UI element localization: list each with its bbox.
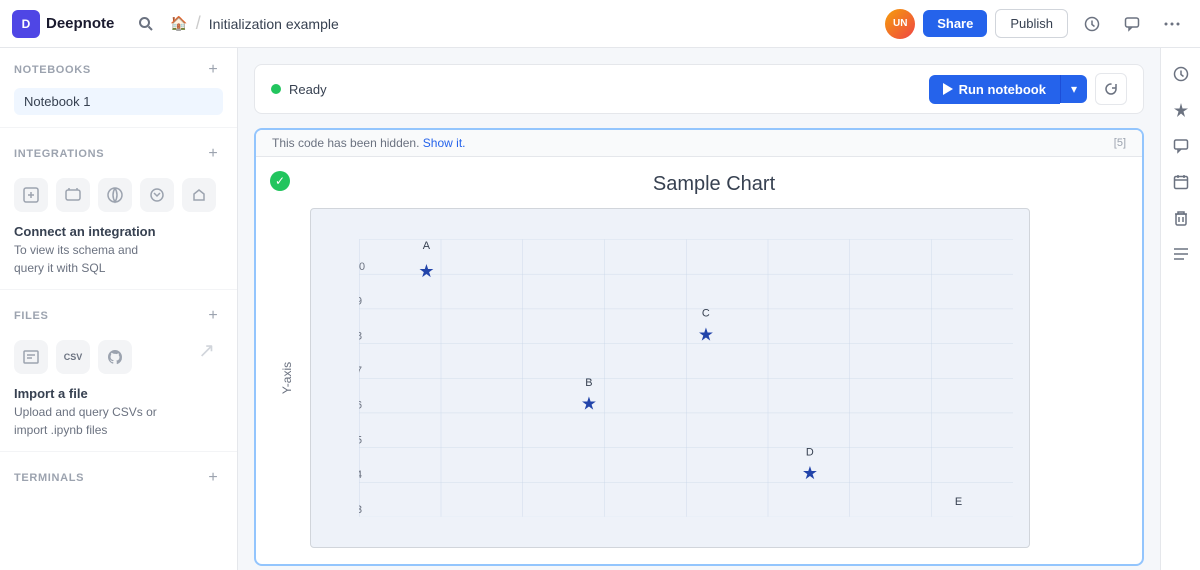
svg-text:D: D — [806, 446, 814, 458]
svg-text:7: 7 — [359, 365, 362, 377]
avatar[interactable]: UN — [885, 9, 915, 39]
file-icons: CSV ↗ — [14, 334, 223, 380]
terminals-section: TERMINALS + — [0, 456, 237, 504]
history-button[interactable] — [1076, 8, 1108, 40]
main-layout: NOTEBOOKS + Notebook 1 INTEGRATIONS + — [0, 48, 1200, 570]
search-button[interactable] — [130, 8, 162, 40]
notebook-area: Ready Run notebook ▾ This code has been … — [238, 48, 1160, 570]
connect-subtext: To view its schema andquery it with SQL — [14, 241, 223, 277]
logo-icon: D — [12, 10, 40, 38]
cell: This code has been hidden. Show it. [5] … — [254, 128, 1144, 566]
status-text: Ready — [289, 82, 327, 97]
calendar-icon[interactable] — [1167, 168, 1195, 196]
svg-text:4: 4 — [359, 469, 362, 481]
chart-title: Sample Chart — [310, 173, 1118, 196]
show-it-link[interactable]: Show it. — [423, 136, 466, 150]
integration-icon-5[interactable] — [182, 178, 216, 212]
integrations-header: INTEGRATIONS + — [14, 144, 223, 164]
magic-icon[interactable] — [1167, 96, 1195, 124]
svg-text:★: ★ — [698, 324, 714, 344]
hidden-message: This code has been hidden. — [272, 136, 419, 150]
check-circle: ✓ — [270, 171, 290, 191]
run-label: Run notebook — [959, 82, 1046, 97]
notebooks-section: NOTEBOOKS + Notebook 1 — [0, 48, 237, 123]
breadcrumb-sep: / — [196, 13, 201, 34]
svg-text:8: 8 — [359, 330, 362, 342]
file-icon-github[interactable] — [98, 340, 132, 374]
integration-icon-2[interactable] — [56, 178, 90, 212]
svg-text:C: C — [702, 308, 710, 320]
notebooks-label: NOTEBOOKS — [14, 64, 91, 76]
more-button[interactable] — [1156, 8, 1188, 40]
svg-text:A: A — [423, 240, 431, 252]
run-btn-group: Run notebook ▾ — [929, 73, 1127, 105]
cell-hidden-bar: This code has been hidden. Show it. [5] — [256, 130, 1142, 157]
add-integration-button[interactable]: + — [203, 144, 223, 164]
notebook-item[interactable]: Notebook 1 — [14, 88, 223, 115]
cell-body: ✓ Sample Chart Y-axis — [256, 157, 1142, 564]
file-curve-decoration: ↗ — [198, 338, 215, 363]
connect-text: Connect an integration — [14, 224, 223, 239]
import-text: Import a file — [14, 386, 223, 401]
file-icon-csv[interactable]: CSV — [56, 340, 90, 374]
run-bar: Ready Run notebook ▾ — [254, 64, 1144, 114]
terminals-header: TERMINALS + — [14, 468, 223, 488]
home-icon[interactable]: 🏠 — [170, 15, 187, 32]
import-subtext: Upload and query CSVs orimport .ipynb fi… — [14, 403, 223, 439]
cell-number: [5] — [1114, 137, 1126, 149]
chart-area: Y-axis 3 4 5 — [310, 208, 1030, 548]
lines-icon[interactable] — [1167, 240, 1195, 268]
y-axis-label: Y-axis — [280, 362, 294, 394]
comments-button[interactable] — [1116, 8, 1148, 40]
notebooks-header: NOTEBOOKS + — [14, 60, 223, 80]
chart-container: Sample Chart Y-axis 3 — [310, 173, 1118, 548]
integrations-section: INTEGRATIONS + Conne — [0, 132, 237, 285]
publish-button[interactable]: Publish — [995, 9, 1068, 38]
add-terminal-button[interactable]: + — [203, 468, 223, 488]
integration-icon-1[interactable] — [14, 178, 48, 212]
chart-svg: 3 4 5 6 7 8 9 10 A ★ B — [359, 225, 1013, 531]
integration-icon-4[interactable] — [140, 178, 174, 212]
svg-text:★: ★ — [418, 261, 434, 281]
file-icon-sql[interactable] — [14, 340, 48, 374]
status-dot — [271, 84, 281, 94]
share-button[interactable]: Share — [923, 10, 987, 37]
trash-icon[interactable] — [1167, 204, 1195, 232]
files-section: FILES + CSV ↗ Import a file Upload and q… — [0, 294, 237, 447]
svg-text:★: ★ — [581, 394, 597, 414]
logo: D Deepnote — [12, 10, 114, 38]
svg-text:3: 3 — [359, 504, 362, 516]
status-indicator: Ready — [271, 82, 327, 97]
breadcrumb-title: Initialization example — [209, 16, 339, 32]
svg-text:9: 9 — [359, 296, 362, 308]
run-notebook-button[interactable]: Run notebook — [929, 75, 1060, 104]
integration-icons — [14, 172, 223, 218]
run-dropdown-button[interactable]: ▾ — [1060, 75, 1087, 103]
terminals-label: TERMINALS — [14, 472, 84, 484]
svg-text:10: 10 — [359, 261, 365, 273]
svg-text:B: B — [585, 377, 592, 389]
history-icon[interactable] — [1167, 60, 1195, 88]
integration-icon-3[interactable] — [98, 178, 132, 212]
cell-check: ✓ — [270, 171, 290, 191]
sidebar: NOTEBOOKS + Notebook 1 INTEGRATIONS + — [0, 48, 238, 570]
right-panel — [1160, 48, 1200, 570]
header: D Deepnote 🏠 / Initialization example UN… — [0, 0, 1200, 48]
hidden-text: This code has been hidden. Show it. — [272, 136, 465, 150]
refresh-button[interactable] — [1095, 73, 1127, 105]
svg-text:E: E — [955, 496, 962, 508]
comment-icon[interactable] — [1167, 132, 1195, 160]
logo-text: Deepnote — [46, 15, 114, 32]
svg-text:★: ★ — [802, 463, 818, 483]
svg-text:5: 5 — [359, 434, 362, 446]
files-header: FILES + — [14, 306, 223, 326]
add-file-button[interactable]: + — [203, 306, 223, 326]
files-label: FILES — [14, 310, 48, 322]
svg-text:6: 6 — [359, 400, 362, 412]
add-notebook-button[interactable]: + — [203, 60, 223, 80]
integrations-label: INTEGRATIONS — [14, 148, 104, 160]
